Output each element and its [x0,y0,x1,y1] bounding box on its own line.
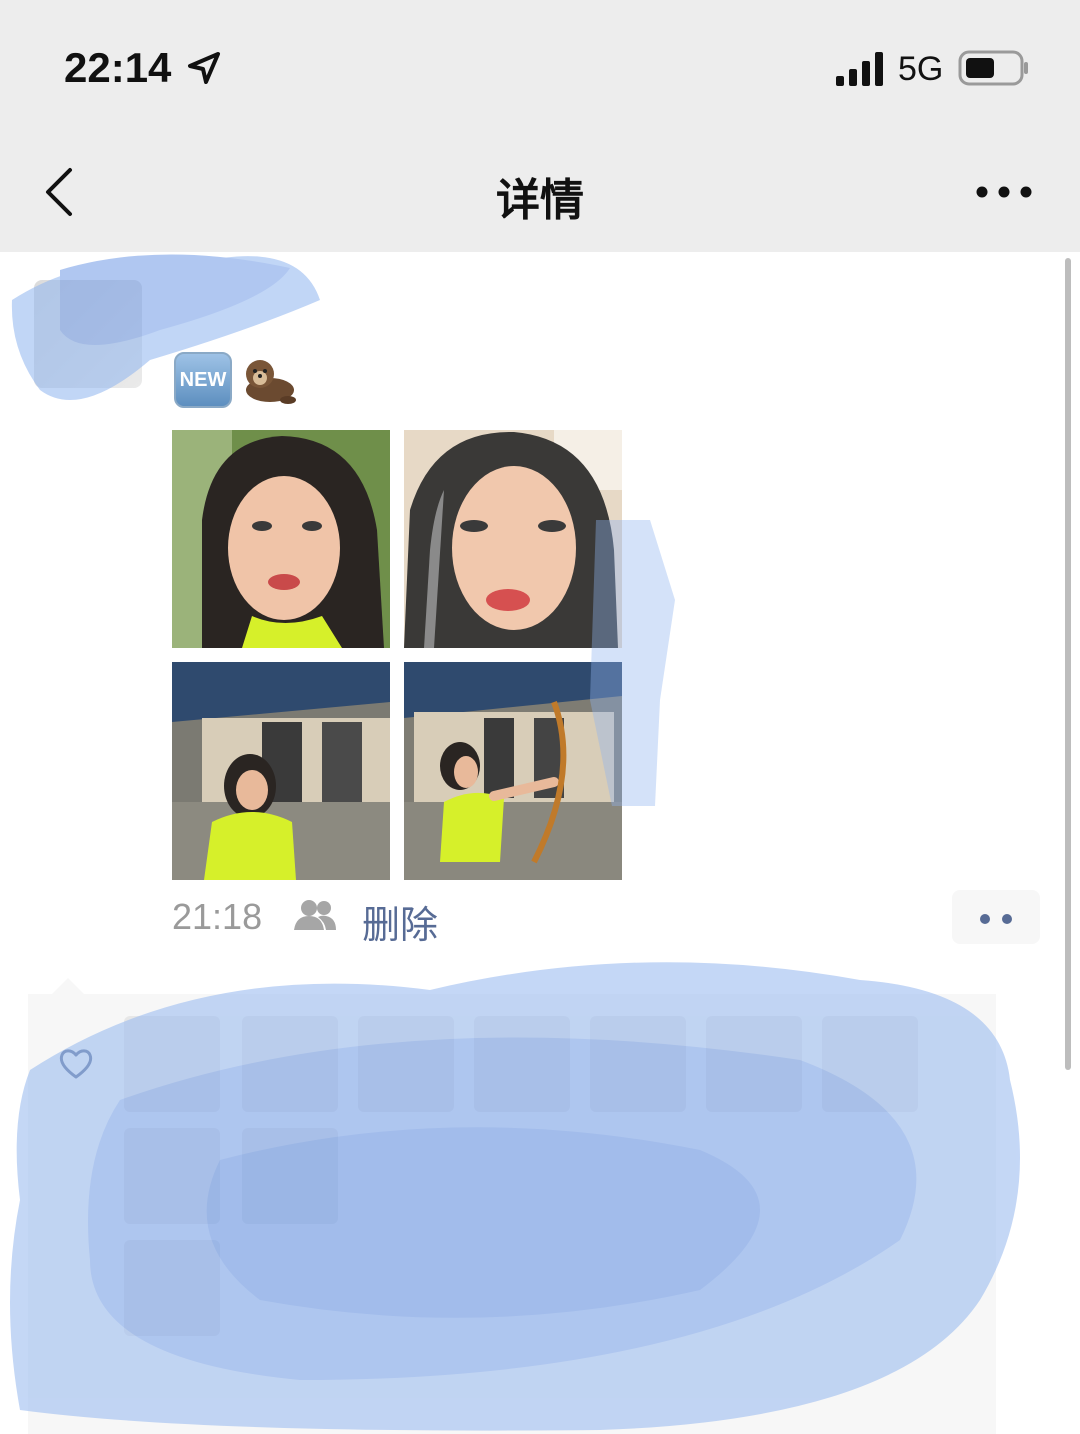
status-bar: 22:14 5G [0,0,1080,130]
liker-avatar[interactable] [124,1016,220,1112]
status-time: 22:14 [64,44,172,91]
photo-thumbnail-3[interactable] [172,662,390,880]
liker-avatar[interactable] [242,1128,338,1224]
signal-icon [836,52,883,86]
more-options-icon[interactable] [968,172,1040,212]
new-badge-icon: NEW [174,352,232,408]
liker-avatar[interactable] [706,1016,802,1112]
battery-icon [958,50,1028,86]
friends-visibility-icon [294,900,336,930]
action-dot-icon [1002,914,1012,924]
otter-emoji-icon [246,360,296,404]
photo-thumbnail-2[interactable] [404,430,622,648]
likes-panel [28,994,996,1434]
delete-button[interactable]: 删除 [362,894,438,949]
liker-avatar[interactable] [822,1016,918,1112]
network-type: 5G [898,50,944,88]
action-dot-icon [980,914,990,924]
liker-avatar[interactable] [358,1016,454,1112]
photo-thumbnail-1[interactable] [172,430,390,648]
liker-avatar[interactable] [124,1128,220,1224]
liker-avatar[interactable] [124,1240,220,1336]
liker-avatar[interactable] [242,1016,338,1112]
comment-like-button[interactable] [952,890,1040,944]
liker-avatar[interactable] [590,1016,686,1112]
username[interactable] [174,282,294,316]
heart-icon [59,1049,93,1079]
avatar[interactable] [34,280,142,388]
post-time: 21:18 [172,896,263,937]
page-title: 详情 [496,176,584,225]
panel-arrow [52,978,84,994]
liker-avatar[interactable] [474,1016,570,1112]
photo-thumbnail-4[interactable] [404,662,622,880]
location-arrow-icon [188,52,220,84]
scrollbar[interactable] [1065,258,1071,1070]
nav-bar: 详情 [0,130,1080,252]
